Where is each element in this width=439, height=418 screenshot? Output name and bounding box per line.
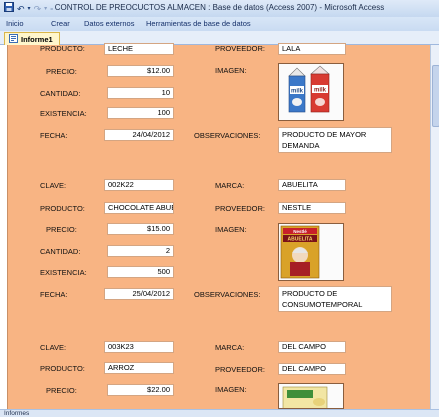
label-fecha: FECHA: bbox=[40, 131, 68, 140]
title-bar: ↶ ▾ ↷ ▾ ₌ CONTROL DE PREOCUCTOS ALMACEN … bbox=[0, 0, 439, 17]
label-cantidad: CANTIDAD: bbox=[40, 89, 81, 98]
label-producto: PRODUCTO: bbox=[40, 364, 85, 373]
label-precio: PRECIO: bbox=[46, 225, 77, 234]
svg-text:ABUELITA: ABUELITA bbox=[288, 237, 313, 243]
tab-herramientas[interactable]: Herramientas de base de datos bbox=[146, 19, 251, 28]
tab-inicio[interactable]: Inicio bbox=[6, 19, 24, 28]
label-clave: CLAVE: bbox=[40, 181, 67, 190]
label-existencia: EXISTENCIA: bbox=[40, 268, 87, 277]
document-tab-bar: Informe1 bbox=[0, 31, 439, 45]
scroll-thumb[interactable] bbox=[432, 65, 439, 127]
field-precio[interactable]: $22.00 bbox=[107, 384, 174, 396]
label-marca: MARCA: bbox=[215, 181, 245, 190]
field-fecha[interactable]: 24/04/2012 bbox=[104, 129, 174, 141]
field-existencia[interactable]: 500 bbox=[107, 266, 174, 278]
vertical-scrollbar[interactable] bbox=[430, 45, 439, 409]
field-observaciones[interactable]: PRODUCTO DE CONSUMOTEMPORAL bbox=[278, 286, 392, 312]
label-imagen: IMAGEN: bbox=[215, 66, 247, 75]
tab-datos-externos[interactable]: Datos externos bbox=[84, 19, 134, 28]
svg-text:milk: milk bbox=[291, 89, 304, 95]
svg-text:milk: milk bbox=[314, 88, 327, 94]
label-clave: CLAVE: bbox=[40, 343, 67, 352]
tab-label: Informe1 bbox=[21, 34, 53, 44]
label-proveedor: PROVEEDOR: bbox=[215, 44, 266, 53]
field-producto[interactable]: ARROZ bbox=[104, 362, 174, 374]
field-producto[interactable]: CHOCOLATE ABUE bbox=[104, 202, 174, 214]
field-fecha[interactable]: 25/04/2012 bbox=[104, 288, 174, 300]
label-cantidad: CANTIDAD: bbox=[40, 247, 81, 256]
field-proveedor[interactable]: LALA bbox=[278, 43, 346, 55]
product-image-milk[interactable]: milk milk bbox=[278, 63, 344, 121]
field-marca[interactable]: ABUELITA bbox=[278, 179, 346, 191]
field-precio[interactable]: $15.00 bbox=[107, 223, 174, 235]
field-cantidad[interactable]: 2 bbox=[107, 245, 174, 257]
product-image-chocolate[interactable]: Nestlé ABUELITA bbox=[278, 223, 344, 281]
status-bar: Informes bbox=[0, 409, 439, 417]
field-cantidad[interactable]: 10 bbox=[107, 87, 174, 99]
label-imagen: IMAGEN: bbox=[215, 225, 247, 234]
label-precio: PRECIO: bbox=[46, 67, 77, 76]
window-title: CONTROL DE PREOCUCTOS ALMACEN : Base de … bbox=[54, 3, 385, 12]
label-marca: MARCA: bbox=[215, 343, 245, 352]
report-icon bbox=[9, 33, 18, 45]
status-text: Informes bbox=[4, 410, 30, 417]
field-proveedor[interactable]: DEL CAMPO bbox=[278, 363, 346, 375]
label-existencia: EXISTENCIA: bbox=[40, 109, 87, 118]
field-clave[interactable]: 003K23 bbox=[104, 341, 174, 353]
tab-crear[interactable]: Crear bbox=[51, 19, 70, 28]
label-imagen: IMAGEN: bbox=[215, 385, 247, 394]
label-proveedor: PROVEEDOR: bbox=[215, 365, 266, 374]
label-producto: PRODUCTO: bbox=[40, 204, 85, 213]
product-image-rice[interactable] bbox=[278, 383, 344, 409]
label-precio: PRECIO: bbox=[46, 386, 77, 395]
report-canvas[interactable]: PRODUCTO: LECHE PROVEEDOR: LALA PRECIO: … bbox=[7, 43, 430, 409]
label-observaciones: OBSERVACIONES: bbox=[194, 131, 261, 140]
label-producto: PRODUCTO: bbox=[40, 44, 85, 53]
field-producto[interactable]: LECHE bbox=[104, 43, 174, 55]
label-proveedor: PROVEEDOR: bbox=[215, 204, 266, 213]
svg-text:Nestlé: Nestlé bbox=[293, 229, 307, 234]
field-clave[interactable]: 002K22 bbox=[104, 179, 174, 191]
field-marca[interactable]: DEL CAMPO bbox=[278, 341, 346, 353]
field-observaciones[interactable]: PRODUCTO DE MAYOR DEMANDA bbox=[278, 127, 392, 153]
field-existencia[interactable]: 100 bbox=[107, 107, 174, 119]
label-observaciones: OBSERVACIONES: bbox=[194, 290, 261, 299]
field-proveedor[interactable]: NESTLE bbox=[278, 202, 346, 214]
field-precio[interactable]: $12.00 bbox=[107, 65, 174, 77]
ribbon-tabs: Inicio Crear Datos externos Herramientas… bbox=[0, 17, 439, 32]
label-fecha: FECHA: bbox=[40, 290, 68, 299]
